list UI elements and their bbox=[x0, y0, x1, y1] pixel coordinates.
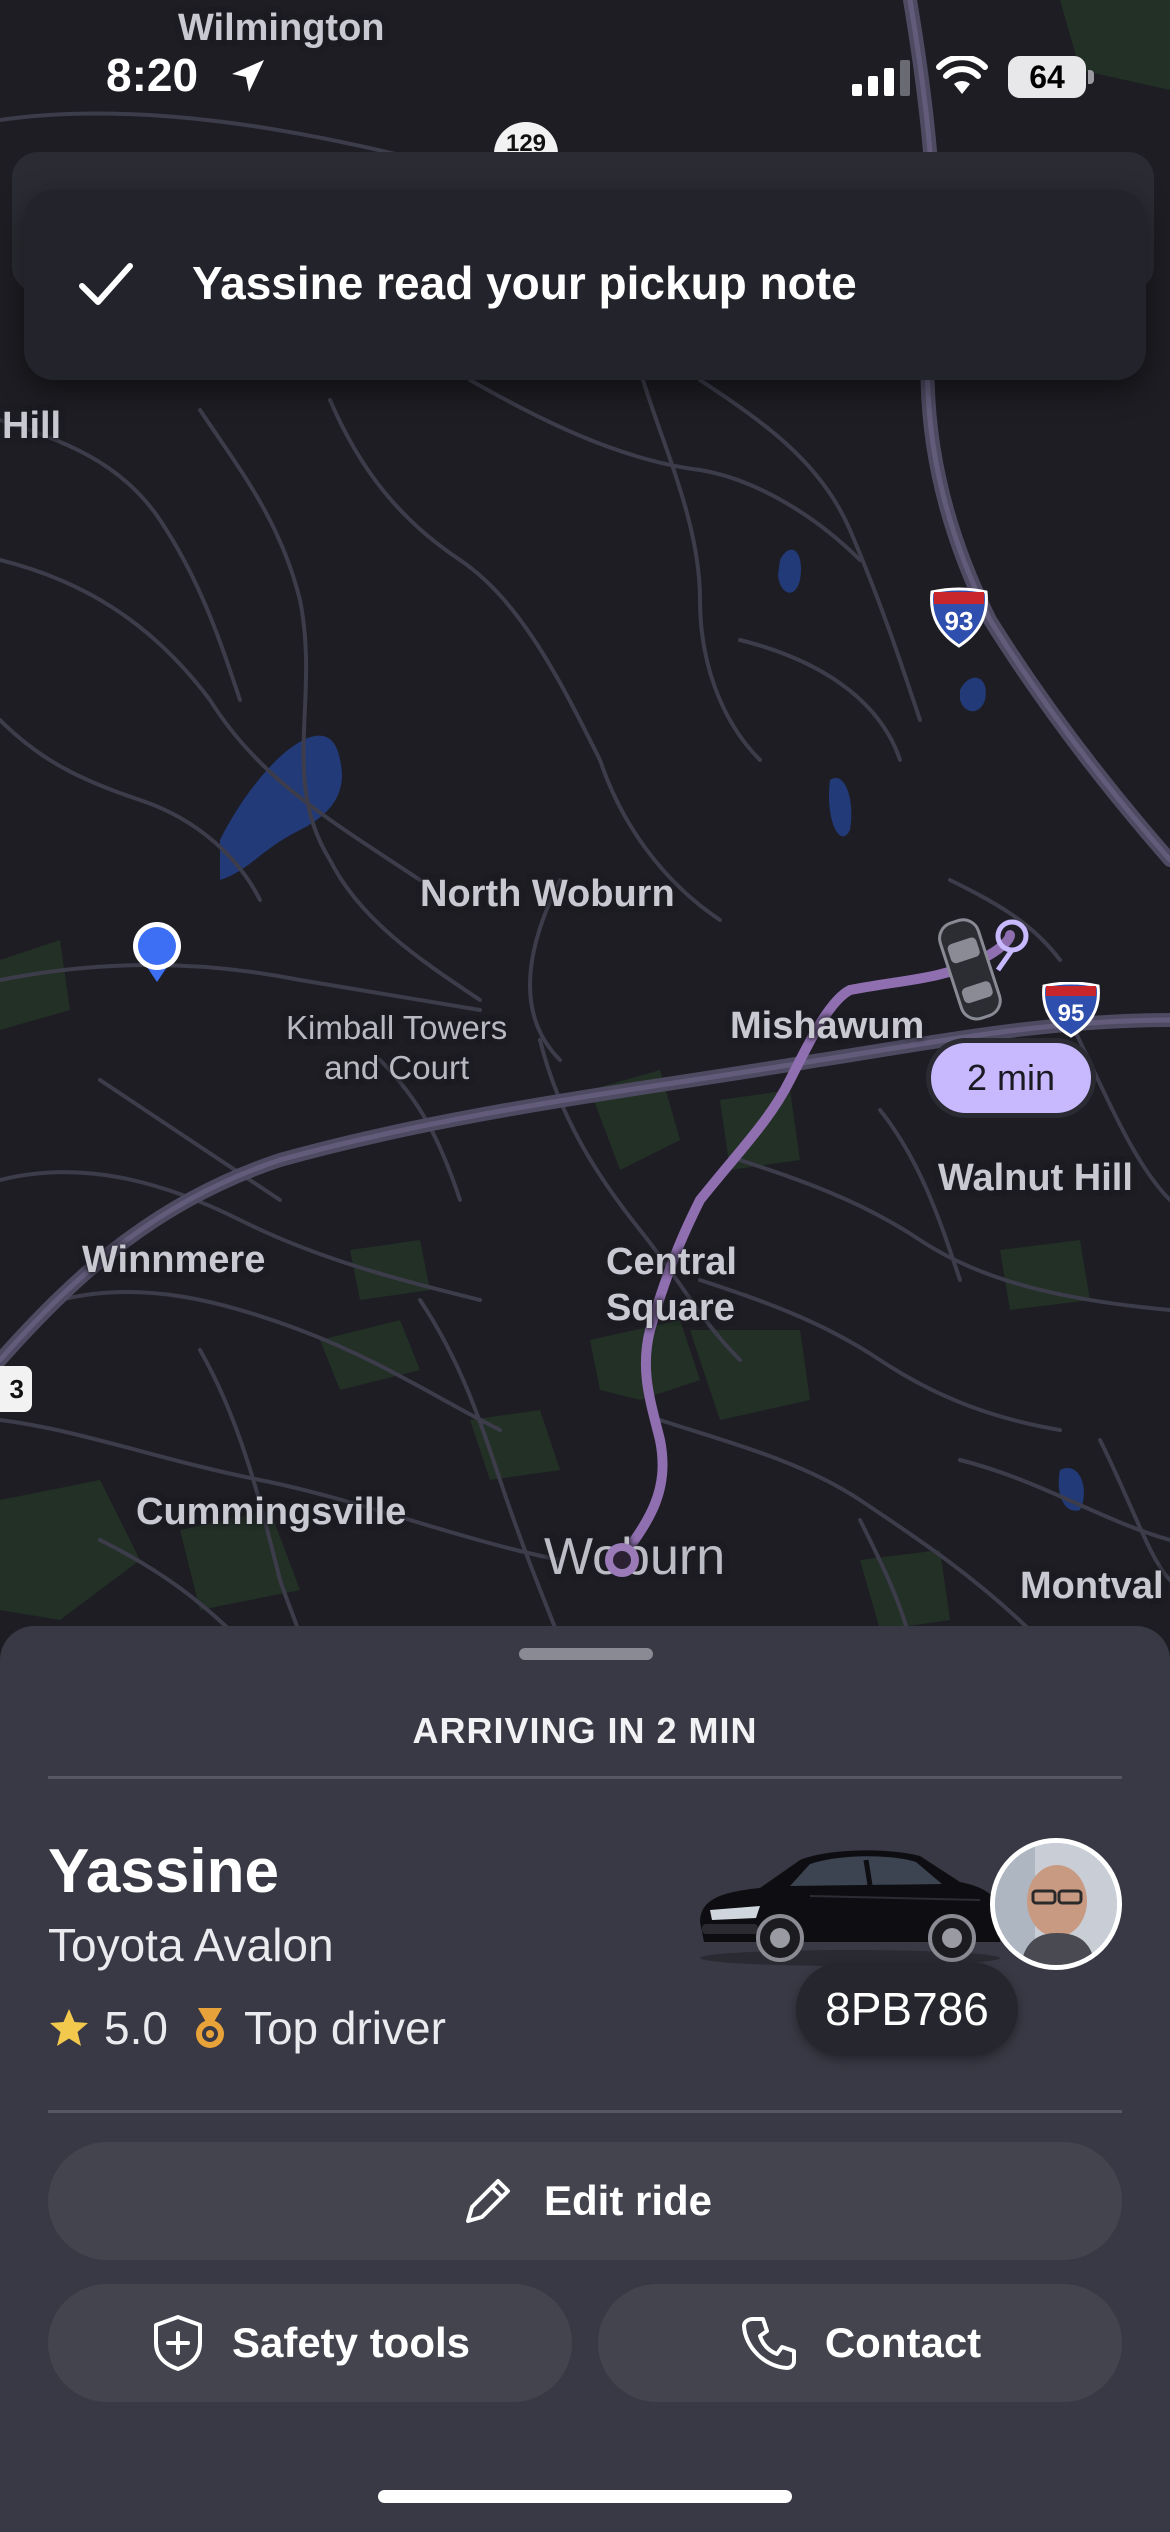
battery-indicator: 64 bbox=[1008, 56, 1086, 98]
driver-name: Yassine bbox=[48, 1837, 279, 1906]
map-label-kimball-towers: Kimball Towers and Court bbox=[286, 1008, 507, 1087]
phone-icon bbox=[741, 2317, 796, 2370]
location-arrow-icon bbox=[232, 60, 264, 92]
ride-status-sheet: ARRIVING IN 2 MIN Yassine Toyota Avalon … bbox=[0, 1626, 1170, 2532]
map-label-hill: Hill bbox=[2, 405, 62, 447]
map-label-central-line1: Central bbox=[606, 1241, 737, 1283]
eta-pill: 2 min bbox=[926, 1038, 1096, 1118]
map-label-cummingsville: Cummingsville bbox=[136, 1491, 407, 1533]
driver-avatar[interactable] bbox=[990, 1838, 1122, 1970]
divider bbox=[48, 1776, 1122, 1779]
contact-button[interactable]: Contact bbox=[598, 2284, 1122, 2402]
driver-car-marker bbox=[928, 910, 1038, 1035]
arrival-status: ARRIVING IN 2 MIN bbox=[412, 1710, 758, 1751]
screen: 129 93 95 3 Wilmington Hill North Woburn… bbox=[0, 0, 1170, 2532]
driver-badge: Top driver bbox=[243, 2002, 446, 2054]
location-pin-icon bbox=[133, 922, 181, 982]
home-indicator[interactable] bbox=[378, 2490, 792, 2503]
car-model: Toyota Avalon bbox=[48, 1919, 334, 1971]
interstate-93-shield: 93 bbox=[928, 586, 990, 648]
pickup-note-toast[interactable]: Yassine read your pickup note bbox=[24, 190, 1146, 380]
shield-icon bbox=[153, 2315, 202, 2371]
wifi-icon bbox=[936, 56, 988, 94]
map-label-north-woburn: North Woburn bbox=[420, 873, 675, 915]
pencil-icon bbox=[465, 2179, 510, 2223]
map-label-winnmere: Winnmere bbox=[82, 1239, 266, 1281]
car-photo bbox=[700, 1850, 1002, 1966]
map-label-kimball-line1: Kimball Towers bbox=[286, 1009, 508, 1046]
star-icon bbox=[50, 2009, 88, 2046]
interstate-95-shield: 95 bbox=[1040, 981, 1102, 1038]
license-plate: 8PB786 bbox=[796, 1962, 1018, 2056]
driver-rating: 5.0 bbox=[104, 2002, 168, 2054]
map-label-central-square: Central Square bbox=[606, 1240, 737, 1331]
destination-marker bbox=[602, 1540, 642, 1585]
map-label-kimball-line2: and Court bbox=[324, 1048, 470, 1086]
sheet-grabber-handle[interactable] bbox=[519, 1648, 653, 1660]
cellular-signal-icon bbox=[852, 60, 910, 96]
user-location-pin bbox=[131, 920, 183, 989]
interstate-95-number: 95 bbox=[1057, 1000, 1085, 1027]
driver-rating-row: 5.0 Top driver bbox=[48, 2000, 446, 2056]
map-label-central-line2: Square bbox=[606, 1286, 735, 1329]
us-3-shield: 3 bbox=[0, 1366, 32, 1412]
map-label-mishawum: Mishawum bbox=[730, 1005, 925, 1047]
safety-tools-label: Safety tools bbox=[231, 2319, 471, 2366]
edit-ride-button[interactable]: Edit ride bbox=[48, 2142, 1122, 2260]
battery-tip bbox=[1088, 70, 1094, 84]
toast-message: Yassine read your pickup note bbox=[192, 257, 857, 309]
edit-ride-label: Edit ride bbox=[543, 2177, 713, 2224]
driver-photo bbox=[995, 1843, 1117, 1965]
safety-tools-button[interactable]: Safety tools bbox=[48, 2284, 572, 2402]
status-time: 8:20 bbox=[106, 49, 199, 101]
car-top-view-icon bbox=[938, 918, 1029, 1021]
divider bbox=[48, 2110, 1122, 2113]
map-label-walnut-hill: Walnut Hill bbox=[938, 1157, 1133, 1199]
contact-label: Contact bbox=[824, 2319, 982, 2366]
destination-dot-icon bbox=[605, 1543, 639, 1577]
map-label-montvale: Montval bbox=[1020, 1565, 1164, 1607]
medal-icon bbox=[195, 2008, 224, 2048]
checkmark-icon bbox=[79, 263, 133, 305]
interstate-93-number: 93 bbox=[944, 606, 974, 636]
status-bar: 8:20 64 bbox=[0, 0, 1170, 150]
